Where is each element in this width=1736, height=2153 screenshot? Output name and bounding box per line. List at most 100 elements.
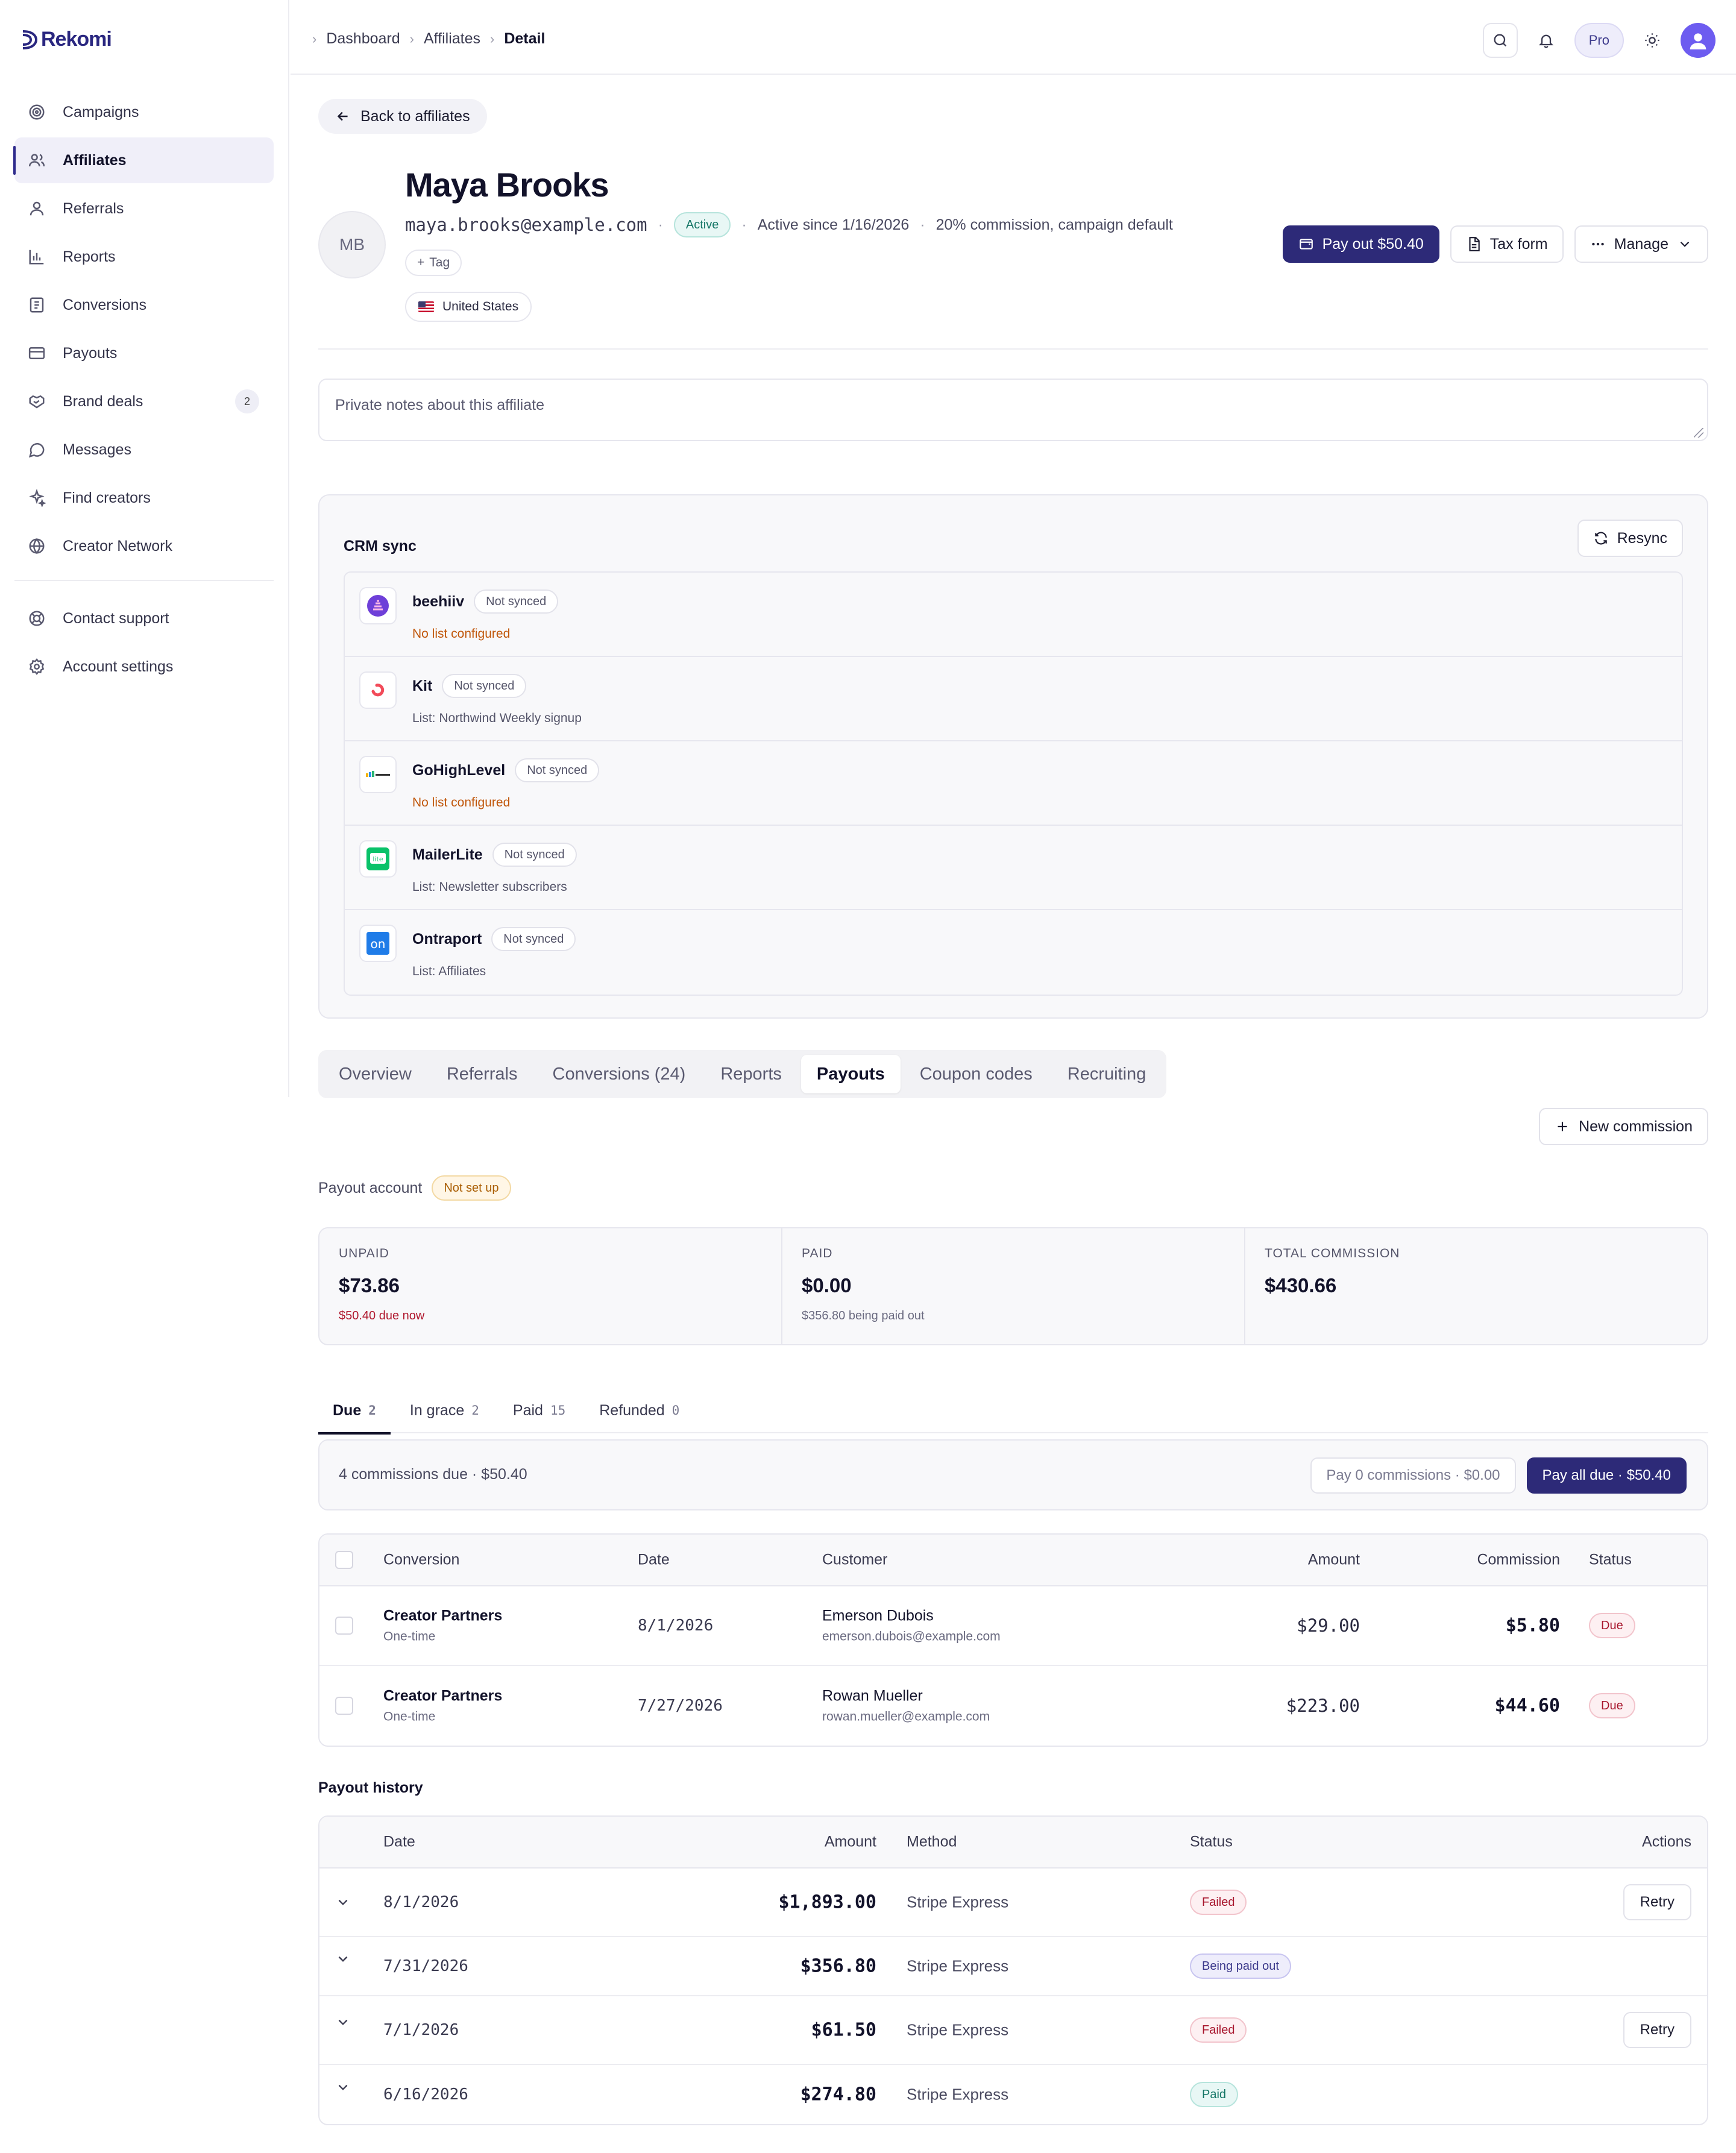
brand-logo[interactable]: Rekomi [20,28,112,51]
manage-menu-button[interactable]: Manage [1574,225,1708,263]
col-status[interactable]: Status [1190,1834,1233,1851]
crm-row-gohighlevel[interactable]: GoHighLevel Not synced No list configure… [345,741,1682,826]
sidebar-item-account-settings[interactable]: Account settings [14,644,274,690]
sidebar-item-conversions[interactable]: Conversions [14,282,274,328]
retry-button[interactable]: Retry [1623,2012,1691,2048]
row-checkbox[interactable] [335,1617,353,1635]
notifications-button[interactable] [1528,23,1564,58]
payout-amount: $61.50 [811,2019,876,2041]
tax-form-button[interactable]: Tax form [1450,225,1564,263]
sidebar-item-reports[interactable]: Reports [14,234,274,280]
payout-account-status-badge[interactable]: Not set up [432,1175,511,1201]
sync-status-badge: Not synced [491,927,576,951]
col-date[interactable]: Date [638,1551,670,1569]
sidebar-item-find-creators[interactable]: Find creators [14,475,274,521]
tab-referrals[interactable]: Referrals [431,1055,533,1093]
new-commission-button[interactable]: New commission [1539,1108,1708,1145]
stat-paid: PAID $0.00 $356.80 being paid out [782,1228,1245,1344]
private-notes-textarea[interactable]: Private notes about this affiliate [318,379,1708,441]
sidebar-item-contact-support[interactable]: Contact support [14,596,274,641]
conversion-cell[interactable]: Creator Partners One-time [383,1608,502,1644]
subtab-paid[interactable]: Paid 15 [498,1388,580,1433]
expand-chevron-icon[interactable] [335,1951,351,1967]
conversion-type: One-time [383,1709,436,1724]
pay-selected-button[interactable]: Pay 0 commissions · $0.00 [1310,1457,1516,1494]
stat-total-commission: TOTAL COMMISSION $430.66 [1245,1228,1707,1344]
svg-text:on: on [371,937,386,951]
resync-label: Resync [1617,529,1667,547]
breadcrumb-dashboard[interactable]: Dashboard [326,30,400,48]
sidebar-item-messages[interactable]: Messages [14,427,274,473]
subtab-label: Refunded [599,1401,665,1419]
retry-button[interactable]: Retry [1623,1884,1691,1920]
tab-reports[interactable]: Reports [705,1055,797,1093]
tab-conversions[interactable]: Conversions (24) [537,1055,702,1093]
crm-row-ontraport[interactable]: on Ontraport Not synced List: Affiliates [345,910,1682,995]
select-all-checkbox[interactable] [335,1551,353,1569]
sidebar-item-affiliates[interactable]: Affiliates [13,137,274,183]
stat-sub: $50.40 due now [339,1309,425,1322]
sidebar-item-brand-deals[interactable]: Brand deals 2 [14,379,274,424]
payout-status: Paid [1190,2082,1239,2107]
crm-name: GoHighLevel Not synced [412,758,600,782]
back-to-affiliates-button[interactable]: Back to affiliates [318,99,487,134]
expand-chevron-icon[interactable] [335,1894,351,1910]
subtab-count: 2 [471,1403,479,1418]
chevron-right-icon: › [409,31,414,46]
add-tag-button[interactable]: + Tag [405,250,462,276]
brand-deals-count-badge: 2 [235,389,259,413]
commission-cell: $5.80 [1505,1615,1560,1636]
tab-coupon-codes[interactable]: Coupon codes [904,1055,1048,1093]
col-amount[interactable]: Amount [825,1834,876,1851]
crm-row-beehiiv[interactable]: beehiiv Not synced No list configured [345,573,1682,657]
tab-overview[interactable]: Overview [323,1055,427,1093]
kit-logo-icon [359,671,397,709]
crm-list-detail: No list configured [412,627,511,641]
subtab-due[interactable]: Due 2 [318,1388,391,1435]
theme-toggle-button[interactable] [1635,23,1670,58]
resync-button[interactable]: Resync [1577,520,1683,557]
plan-badge[interactable]: Pro [1574,23,1624,58]
tab-recruiting[interactable]: Recruiting [1052,1055,1162,1093]
col-method[interactable]: Method [907,1834,957,1851]
search-icon [1494,34,1506,47]
col-conversion[interactable]: Conversion [383,1551,459,1569]
gohighlevel-logo-icon [359,756,397,793]
crm-list-detail: No list configured [412,796,511,809]
expand-chevron-icon[interactable] [335,2014,351,2030]
crm-integration-list: beehiiv Not synced No list configured Ki… [344,571,1683,996]
user-avatar[interactable] [1681,23,1716,58]
subtab-refunded[interactable]: Refunded 0 [585,1388,694,1433]
payout-method: Stripe Express [907,2085,1009,2104]
col-customer[interactable]: Customer [822,1551,887,1569]
sidebar-item-creator-network[interactable]: Creator Network [14,523,274,569]
tab-payouts[interactable]: Payouts [800,1055,901,1093]
pay-out-button[interactable]: Pay out $50.40 [1282,225,1439,263]
back-button-label: Back to affiliates [360,107,470,125]
col-amount[interactable]: Amount [1308,1551,1360,1569]
sidebar-item-referrals[interactable]: Referrals [14,186,274,231]
sidebar-item-payouts[interactable]: Payouts [14,330,274,376]
bell-icon [1538,34,1553,48]
conversion-cell[interactable]: Creator Partners One-time [383,1688,502,1724]
stat-value: $0.00 [802,1274,852,1297]
col-date[interactable]: Date [383,1834,415,1851]
customer-name: Rowan Mueller [822,1687,923,1705]
crm-row-mailerlite[interactable]: lite MailerLite Not synced List: Newslet… [345,826,1682,910]
col-commission[interactable]: Commission [1477,1551,1560,1569]
payout-status: Being paid out [1190,1953,1291,1979]
expand-chevron-icon[interactable] [335,2079,351,2095]
stat-label: TOTAL COMMISSION [1265,1246,1400,1260]
pay-all-due-button[interactable]: Pay all due · $50.40 [1526,1457,1687,1494]
breadcrumb-affiliates[interactable]: Affiliates [424,30,480,48]
row-checkbox[interactable] [335,1697,353,1715]
sidebar-item-campaigns[interactable]: Campaigns [14,89,274,135]
crm-row-kit[interactable]: Kit Not synced List: Northwind Weekly si… [345,657,1682,741]
search-button[interactable] [1482,23,1518,58]
separator-dot: · [920,216,925,233]
col-status[interactable]: Status [1589,1551,1632,1569]
stat-unpaid: UNPAID $73.86 $50.40 due now [319,1228,782,1344]
subtab-in-grace[interactable]: In grace 2 [395,1388,494,1433]
affiliate-email[interactable]: maya.brooks@example.com [405,215,647,235]
resize-grip-icon[interactable] [1694,428,1703,438]
